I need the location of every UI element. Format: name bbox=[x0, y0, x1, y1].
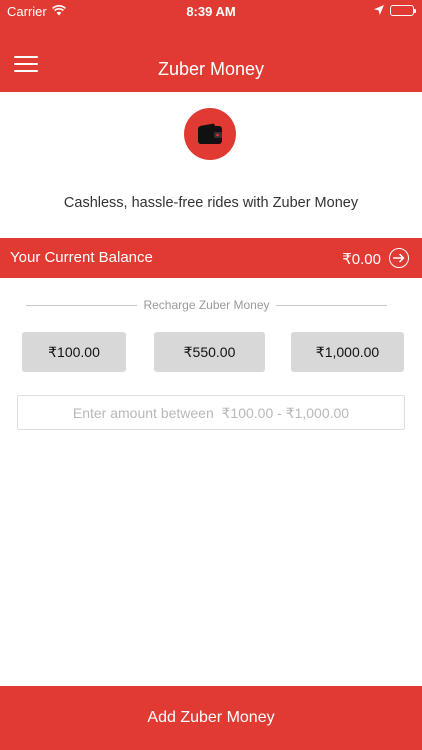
page-title: Zuber Money bbox=[157, 59, 265, 79]
app-header: Carrier 8:39 AM Zuber Money bbox=[0, 0, 422, 92]
recharge-option-100[interactable]: ₹100.00 bbox=[22, 332, 126, 372]
wallet-icon bbox=[184, 108, 236, 160]
balance-amount: ₹0.00 bbox=[342, 251, 381, 268]
recharge-heading-text: Recharge Zuber Money bbox=[143, 298, 270, 312]
amount-input[interactable] bbox=[17, 395, 405, 430]
recharge-option-1000[interactable]: ₹1,000.00 bbox=[291, 332, 404, 372]
balance-bar[interactable]: Your Current Balance ₹0.00 bbox=[0, 238, 422, 278]
balance-label: Your Current Balance bbox=[10, 249, 153, 266]
battery-icon bbox=[390, 5, 416, 16]
status-time: 8:39 AM bbox=[186, 4, 236, 19]
location-arrow-icon bbox=[374, 3, 384, 18]
add-zuber-money-button[interactable]: Add Zuber Money bbox=[0, 686, 422, 750]
status-bar: Carrier 8:39 AM bbox=[0, 0, 422, 22]
recharge-option-550[interactable]: ₹550.00 bbox=[154, 332, 265, 372]
divider-left bbox=[26, 304, 138, 306]
divider-right bbox=[275, 304, 388, 306]
tagline-text: Cashless, hassle-free rides with Zuber M… bbox=[63, 195, 359, 211]
recharge-heading: Recharge Zuber Money bbox=[26, 297, 388, 313]
arrow-right-circle-icon[interactable] bbox=[389, 248, 409, 268]
